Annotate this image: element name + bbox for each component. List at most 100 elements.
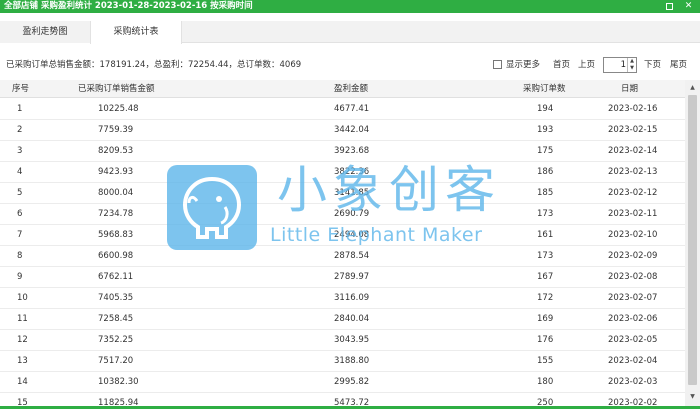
table-row[interactable]: 5 8000.04 3141.85 185 2023-02-12 (0, 183, 685, 204)
row-index: 10 (17, 293, 28, 303)
row-sales-amount: 7517.20 (98, 356, 134, 366)
row-sales-amount: 7405.35 (98, 293, 134, 303)
row-order-count: 186 (537, 167, 554, 177)
row-sales-amount: 7258.45 (98, 314, 134, 324)
scroll-down-icon[interactable]: ▼ (685, 391, 700, 403)
row-profit-amount: 2878.54 (334, 251, 370, 261)
row-sales-amount: 8209.53 (98, 146, 134, 156)
table-row[interactable]: 2 7759.39 3442.04 193 2023-02-15 (0, 120, 685, 141)
row-profit-amount: 2494.08 (334, 230, 370, 240)
row-profit-amount: 2840.04 (334, 314, 370, 324)
tab-bar: 盈利走势图 采购统计表 (0, 21, 700, 44)
row-sales-amount: 8000.04 (98, 188, 134, 198)
table-row[interactable]: 6 7234.78 2690.79 173 2023-02-11 (0, 204, 685, 225)
maximize-button[interactable] (664, 1, 675, 12)
close-icon: ✕ (684, 1, 693, 11)
table-row[interactable]: 12 7352.25 3043.95 176 2023-02-05 (0, 330, 685, 351)
row-profit-amount: 2789.97 (334, 272, 370, 282)
row-date: 2023-02-09 (608, 251, 658, 261)
spin-up-icon[interactable]: ▲ (628, 58, 636, 65)
row-date: 2023-02-16 (608, 104, 658, 114)
row-index: 7 (17, 230, 23, 240)
last-page-button[interactable]: 尾页 (670, 59, 687, 71)
scroll-thumb[interactable] (688, 95, 697, 385)
table-row[interactable]: 10 7405.35 3116.09 172 2023-02-07 (0, 288, 685, 309)
row-profit-amount: 4677.41 (334, 104, 370, 114)
vertical-scrollbar[interactable]: ▲ ▼ (685, 80, 700, 409)
table-row[interactable]: 3 8209.53 3923.68 175 2023-02-14 (0, 141, 685, 162)
row-profit-amount: 3141.85 (334, 188, 370, 198)
table-row[interactable]: 8 6600.98 2878.54 173 2023-02-09 (0, 246, 685, 267)
row-order-count: 161 (537, 230, 554, 240)
row-profit-amount: 3188.80 (334, 356, 370, 366)
row-index: 4 (17, 167, 23, 177)
row-index: 14 (17, 377, 28, 387)
row-order-count: 185 (537, 188, 554, 198)
row-order-count: 173 (537, 209, 554, 219)
row-date: 2023-02-06 (608, 314, 658, 324)
table-row[interactable]: 7 5968.83 2494.08 161 2023-02-10 (0, 225, 685, 246)
row-index: 11 (17, 314, 28, 324)
header-order-count: 采购订单数 (523, 84, 566, 94)
header-sales-amount: 已采购订单销售金额 (78, 84, 155, 94)
table-row[interactable]: 9 6762.11 2789.97 167 2023-02-08 (0, 267, 685, 288)
row-order-count: 194 (537, 104, 554, 114)
row-profit-amount: 3116.09 (334, 293, 370, 303)
row-profit-amount: 2690.79 (334, 209, 370, 219)
table-row[interactable]: 1 10225.48 4677.41 194 2023-02-16 (0, 99, 685, 120)
row-date: 2023-02-05 (608, 335, 658, 345)
row-profit-amount: 3822.36 (334, 167, 370, 177)
first-page-button[interactable]: 首页 (553, 59, 570, 71)
row-order-count: 193 (537, 125, 554, 135)
table-row[interactable]: 14 10382.30 2995.82 180 2023-02-03 (0, 372, 685, 393)
page-number-input[interactable] (606, 59, 626, 71)
row-index: 13 (17, 356, 28, 366)
spin-down-icon[interactable]: ▼ (628, 65, 636, 72)
show-more-checkbox[interactable] (493, 60, 502, 69)
prev-page-button[interactable]: 上页 (578, 59, 595, 71)
purchase-stats-table: 序号 已采购订单销售金额 盈利金额 采购订单数 日期 1 10225.48 4677… (0, 80, 700, 409)
row-sales-amount: 7352.25 (98, 335, 134, 345)
row-sales-amount: 5968.83 (98, 230, 134, 240)
row-index: 3 (17, 146, 23, 156)
row-index: 9 (17, 272, 23, 282)
row-date: 2023-02-14 (608, 146, 658, 156)
table-row[interactable]: 4 9423.93 3822.36 186 2023-02-13 (0, 162, 685, 183)
page-number-stepper[interactable]: ▲ ▼ (603, 57, 637, 73)
row-index: 5 (17, 188, 23, 198)
scroll-up-icon[interactable]: ▲ (685, 82, 700, 94)
row-order-count: 172 (537, 293, 554, 303)
maximize-icon (666, 3, 673, 10)
row-order-count: 180 (537, 377, 554, 387)
table-header: 序号 已采购订单销售金额 盈利金额 采购订单数 日期 (0, 80, 685, 98)
row-order-count: 176 (537, 335, 554, 345)
close-button[interactable]: ✕ (683, 1, 694, 12)
row-date: 2023-02-13 (608, 167, 658, 177)
show-more-label: 显示更多 (506, 60, 541, 70)
row-profit-amount: 3442.04 (334, 125, 370, 135)
row-order-count: 155 (537, 356, 554, 366)
row-index: 12 (17, 335, 28, 345)
row-index: 6 (17, 209, 23, 219)
row-profit-amount: 3923.68 (334, 146, 370, 156)
table-row[interactable]: 13 7517.20 3188.80 155 2023-02-04 (0, 351, 685, 372)
header-date: 日期 (621, 84, 639, 94)
row-index: 2 (17, 125, 23, 135)
row-sales-amount: 9423.93 (98, 167, 134, 177)
tab-profit-trend[interactable]: 盈利走势图 (0, 21, 90, 43)
row-date: 2023-02-10 (608, 230, 658, 240)
row-sales-amount: 6762.11 (98, 272, 134, 282)
row-sales-amount: 7759.39 (98, 125, 134, 135)
row-profit-amount: 2995.82 (334, 377, 370, 387)
page-spinner: ▲ ▼ (627, 58, 636, 72)
next-page-button[interactable]: 下页 (644, 59, 661, 71)
header-index: 序号 (12, 84, 30, 94)
row-date: 2023-02-07 (608, 293, 658, 303)
row-order-count: 167 (537, 272, 554, 282)
row-order-count: 175 (537, 146, 554, 156)
row-sales-amount: 10225.48 (98, 104, 139, 114)
row-date: 2023-02-15 (608, 125, 658, 135)
row-date: 2023-02-11 (608, 209, 658, 219)
table-row[interactable]: 11 7258.45 2840.04 169 2023-02-06 (0, 309, 685, 330)
tab-purchase-stats[interactable]: 采购统计表 (90, 21, 182, 44)
